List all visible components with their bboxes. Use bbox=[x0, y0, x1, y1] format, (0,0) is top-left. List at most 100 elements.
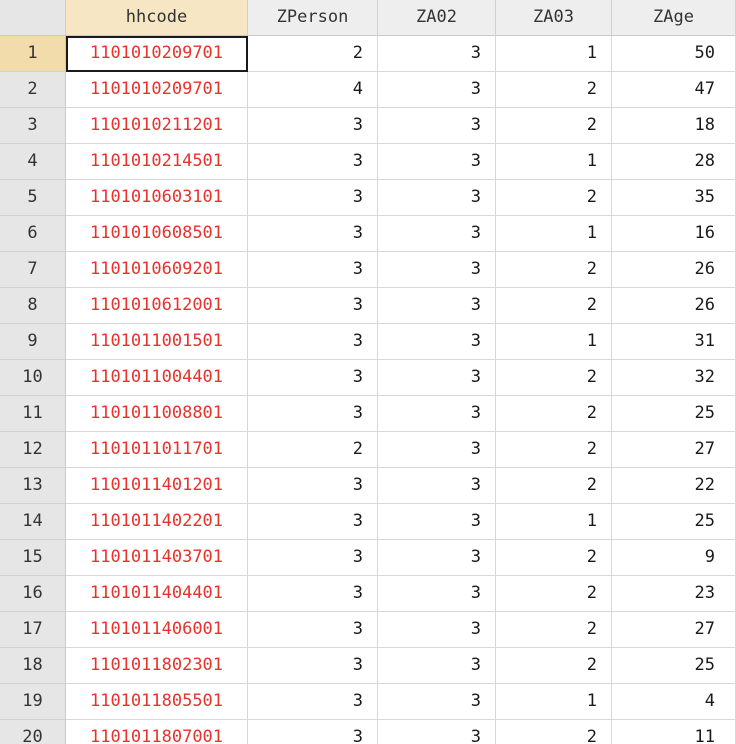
cell-zage[interactable]: 27 bbox=[612, 612, 736, 648]
cell-za03[interactable]: 1 bbox=[496, 504, 612, 540]
cell-za02[interactable]: 3 bbox=[378, 612, 496, 648]
cell-za03[interactable]: 2 bbox=[496, 288, 612, 324]
cell-za02[interactable]: 3 bbox=[378, 144, 496, 180]
column-header-zperson[interactable]: ZPerson bbox=[248, 0, 378, 36]
cell-za03[interactable]: 2 bbox=[496, 540, 612, 576]
cell-za03[interactable]: 2 bbox=[496, 360, 612, 396]
cell-zage[interactable]: 22 bbox=[612, 468, 736, 504]
cell-hhcode[interactable]: 1101010608501 bbox=[66, 216, 248, 252]
cell-zperson[interactable]: 3 bbox=[248, 360, 378, 396]
cell-zage[interactable]: 25 bbox=[612, 648, 736, 684]
cell-za03[interactable]: 2 bbox=[496, 108, 612, 144]
cell-hhcode[interactable]: 1101011403701 bbox=[66, 540, 248, 576]
cell-zperson[interactable]: 3 bbox=[248, 612, 378, 648]
row-number[interactable]: 9 bbox=[0, 324, 66, 360]
cell-za03[interactable]: 2 bbox=[496, 72, 612, 108]
cell-zperson[interactable]: 3 bbox=[248, 468, 378, 504]
cell-hhcode[interactable]: 1101010209701 bbox=[66, 36, 248, 72]
row-number[interactable]: 6 bbox=[0, 216, 66, 252]
cell-hhcode[interactable]: 1101010209701 bbox=[66, 72, 248, 108]
cell-za03[interactable]: 1 bbox=[496, 144, 612, 180]
cell-za03[interactable]: 2 bbox=[496, 180, 612, 216]
row-number[interactable]: 17 bbox=[0, 612, 66, 648]
row-number[interactable]: 5 bbox=[0, 180, 66, 216]
cell-zperson[interactable]: 3 bbox=[248, 396, 378, 432]
cell-zage[interactable]: 28 bbox=[612, 144, 736, 180]
cell-hhcode[interactable]: 1101010211201 bbox=[66, 108, 248, 144]
cell-zperson[interactable]: 3 bbox=[248, 216, 378, 252]
row-number[interactable]: 13 bbox=[0, 468, 66, 504]
row-number[interactable]: 8 bbox=[0, 288, 66, 324]
cell-za02[interactable]: 3 bbox=[378, 576, 496, 612]
cell-hhcode[interactable]: 1101011401201 bbox=[66, 468, 248, 504]
cell-za02[interactable]: 3 bbox=[378, 648, 496, 684]
cell-za03[interactable]: 2 bbox=[496, 648, 612, 684]
cell-zperson[interactable]: 3 bbox=[248, 720, 378, 744]
corner-select-all[interactable] bbox=[0, 0, 66, 36]
cell-zage[interactable]: 18 bbox=[612, 108, 736, 144]
row-number[interactable]: 4 bbox=[0, 144, 66, 180]
cell-zage[interactable]: 50 bbox=[612, 36, 736, 72]
column-header-hhcode[interactable]: hhcode bbox=[66, 0, 248, 36]
cell-za02[interactable]: 3 bbox=[378, 432, 496, 468]
cell-zage[interactable]: 25 bbox=[612, 504, 736, 540]
cell-zperson[interactable]: 3 bbox=[248, 144, 378, 180]
row-number[interactable]: 14 bbox=[0, 504, 66, 540]
cell-zage[interactable]: 11 bbox=[612, 720, 736, 744]
cell-za02[interactable]: 3 bbox=[378, 252, 496, 288]
cell-hhcode[interactable]: 1101011404401 bbox=[66, 576, 248, 612]
cell-zage[interactable]: 47 bbox=[612, 72, 736, 108]
cell-zperson[interactable]: 3 bbox=[248, 288, 378, 324]
cell-zperson[interactable]: 4 bbox=[248, 72, 378, 108]
cell-za02[interactable]: 3 bbox=[378, 36, 496, 72]
cell-za02[interactable]: 3 bbox=[378, 180, 496, 216]
cell-za03[interactable]: 1 bbox=[496, 36, 612, 72]
cell-hhcode[interactable]: 1101011001501 bbox=[66, 324, 248, 360]
cell-hhcode[interactable]: 1101011008801 bbox=[66, 396, 248, 432]
cell-za02[interactable]: 3 bbox=[378, 324, 496, 360]
cell-za03[interactable]: 2 bbox=[496, 612, 612, 648]
cell-zperson[interactable]: 3 bbox=[248, 504, 378, 540]
cell-zage[interactable]: 9 bbox=[612, 540, 736, 576]
row-number[interactable]: 19 bbox=[0, 684, 66, 720]
row-number[interactable]: 2 bbox=[0, 72, 66, 108]
cell-za02[interactable]: 3 bbox=[378, 216, 496, 252]
row-number[interactable]: 20 bbox=[0, 720, 66, 744]
row-number[interactable]: 12 bbox=[0, 432, 66, 468]
cell-zage[interactable]: 31 bbox=[612, 324, 736, 360]
cell-zperson[interactable]: 2 bbox=[248, 432, 378, 468]
row-number[interactable]: 1 bbox=[0, 36, 66, 72]
cell-za03[interactable]: 1 bbox=[496, 216, 612, 252]
cell-hhcode[interactable]: 1101011807001 bbox=[66, 720, 248, 744]
cell-zperson[interactable]: 3 bbox=[248, 324, 378, 360]
row-number[interactable]: 3 bbox=[0, 108, 66, 144]
cell-zage[interactable]: 16 bbox=[612, 216, 736, 252]
cell-za02[interactable]: 3 bbox=[378, 504, 496, 540]
cell-hhcode[interactable]: 1101011805501 bbox=[66, 684, 248, 720]
cell-zage[interactable]: 35 bbox=[612, 180, 736, 216]
cell-hhcode[interactable]: 1101011004401 bbox=[66, 360, 248, 396]
cell-za02[interactable]: 3 bbox=[378, 540, 496, 576]
cell-za03[interactable]: 1 bbox=[496, 684, 612, 720]
cell-zage[interactable]: 26 bbox=[612, 252, 736, 288]
cell-za02[interactable]: 3 bbox=[378, 288, 496, 324]
column-header-zage[interactable]: ZAge bbox=[612, 0, 736, 36]
row-number[interactable]: 15 bbox=[0, 540, 66, 576]
cell-hhcode[interactable]: 1101010612001 bbox=[66, 288, 248, 324]
cell-zperson[interactable]: 3 bbox=[248, 648, 378, 684]
row-number[interactable]: 18 bbox=[0, 648, 66, 684]
cell-za02[interactable]: 3 bbox=[378, 396, 496, 432]
cell-za03[interactable]: 2 bbox=[496, 720, 612, 744]
row-number[interactable]: 10 bbox=[0, 360, 66, 396]
row-number[interactable]: 16 bbox=[0, 576, 66, 612]
cell-zperson[interactable]: 3 bbox=[248, 540, 378, 576]
cell-zperson[interactable]: 3 bbox=[248, 252, 378, 288]
cell-zperson[interactable]: 3 bbox=[248, 108, 378, 144]
cell-hhcode[interactable]: 1101011011701 bbox=[66, 432, 248, 468]
cell-zage[interactable]: 23 bbox=[612, 576, 736, 612]
cell-zperson[interactable]: 3 bbox=[248, 180, 378, 216]
cell-zage[interactable]: 27 bbox=[612, 432, 736, 468]
cell-zperson[interactable]: 2 bbox=[248, 36, 378, 72]
cell-zperson[interactable]: 3 bbox=[248, 684, 378, 720]
cell-za03[interactable]: 2 bbox=[496, 252, 612, 288]
